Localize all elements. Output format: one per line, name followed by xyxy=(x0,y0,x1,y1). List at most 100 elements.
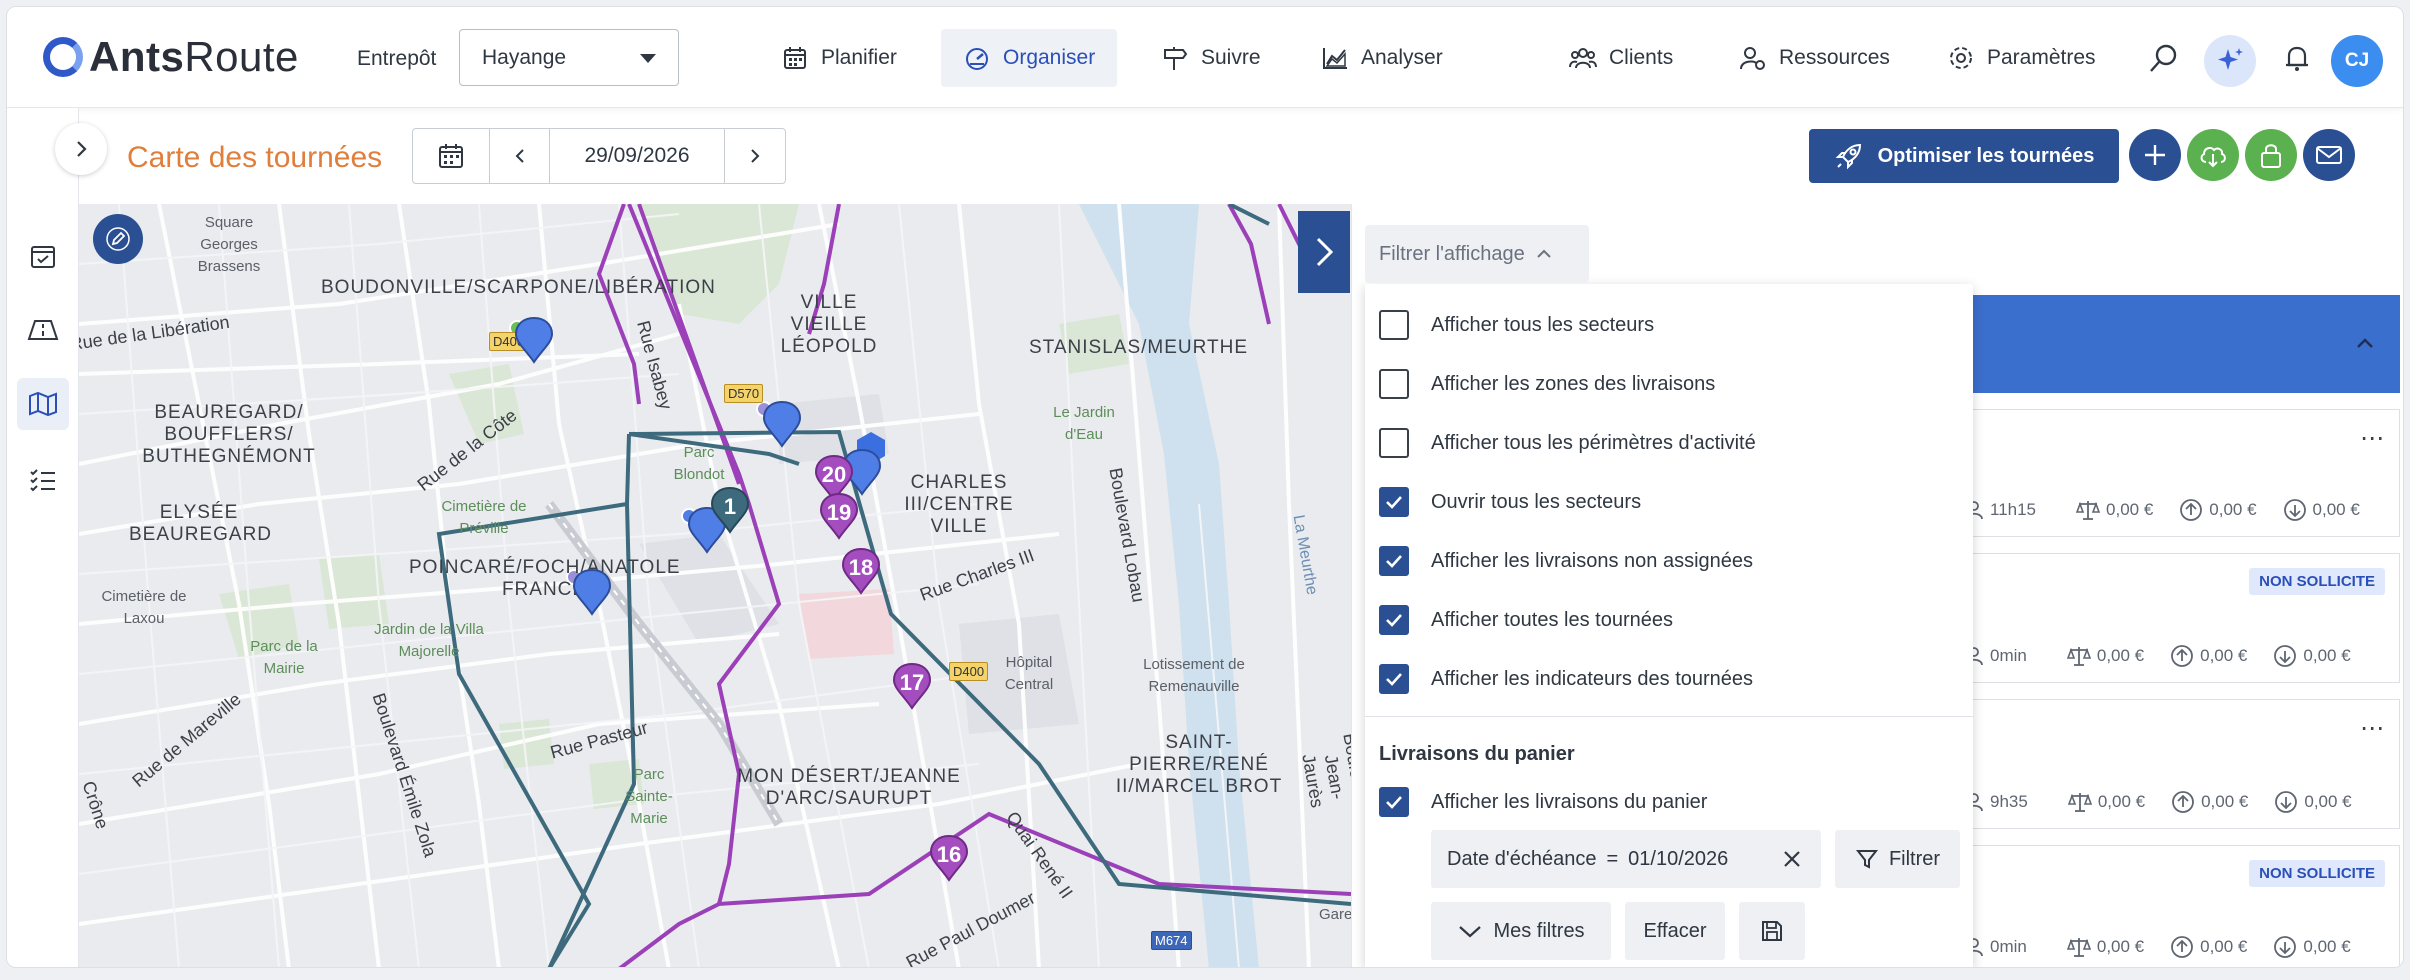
nav-label: Suivre xyxy=(1201,46,1261,69)
map-background xyxy=(79,204,1351,967)
tour-stop-pin[interactable]: 16 xyxy=(929,834,969,882)
checkbox-checked[interactable] xyxy=(1379,787,1409,817)
avatar[interactable]: CJ xyxy=(2331,35,2383,87)
apply-filter-button[interactable]: Filtrer xyxy=(1835,830,1960,888)
stop-number: 1 xyxy=(723,494,737,519)
tours-header[interactable] xyxy=(1972,295,2400,393)
pickup-stat: 0,00 € xyxy=(2170,644,2247,668)
nav-ressources[interactable]: Ressources xyxy=(1717,29,1912,87)
email-button[interactable] xyxy=(2303,129,2355,181)
date-picker-button[interactable] xyxy=(413,129,490,183)
district-label: MON DÉSERT/JEANNE D'ARC/SAURUPT xyxy=(737,766,961,809)
next-day-button[interactable] xyxy=(725,129,785,183)
tour-stop-pin[interactable]: 17 xyxy=(892,662,932,710)
unassigned-delivery-pin[interactable] xyxy=(514,316,554,364)
my-filters-button[interactable]: Mes filtres xyxy=(1431,902,1611,960)
checkbox-checked[interactable] xyxy=(1379,605,1409,635)
previous-day-button[interactable] xyxy=(490,129,550,183)
nav-parametres[interactable]: Paramètres xyxy=(1925,29,2118,87)
nav-label: Clients xyxy=(1609,46,1674,69)
chevron-left-icon xyxy=(515,149,524,163)
rail-checklist[interactable] xyxy=(17,454,69,506)
warehouse-select[interactable]: Hayange xyxy=(459,29,679,86)
tour-stop-pin[interactable]: 19 xyxy=(819,492,859,540)
checkbox[interactable] xyxy=(1379,428,1409,458)
nav-clients[interactable]: Clients xyxy=(1547,29,1695,87)
antsroute-logo[interactable]: AntsRoute xyxy=(43,31,299,83)
more-options-icon[interactable]: ⋯ xyxy=(2360,424,2385,453)
pickup-stat: 0,00 € xyxy=(2170,935,2247,959)
rail-map[interactable] xyxy=(17,378,69,430)
checklist-icon xyxy=(30,469,55,492)
checkbox-checked[interactable] xyxy=(1379,546,1409,576)
option-label: Afficher tous les périmètres d'activité xyxy=(1431,431,1756,454)
checkbox[interactable] xyxy=(1379,310,1409,340)
caret-right-icon xyxy=(1316,237,1334,267)
option-show-all-sectors[interactable]: Afficher tous les secteurs xyxy=(1379,305,1654,345)
collapse-map-button[interactable] xyxy=(1298,211,1350,293)
expand-sidebar-button[interactable] xyxy=(55,123,107,175)
option-show-activity-perimeters[interactable]: Afficher tous les périmètres d'activité xyxy=(1379,423,1756,463)
tour-stats: 0min 0,00 € 0,00 € 0,00 € xyxy=(1965,931,2399,963)
lock-button[interactable] xyxy=(2245,129,2297,181)
ai-assistant-button[interactable] xyxy=(2204,35,2256,87)
tour-map[interactable]: BOUDONVILLE/SCARPONE/LIBÉRATION VILLE VI… xyxy=(79,204,1351,967)
delivery-value: 0,00 € xyxy=(2312,500,2360,519)
draw-sector-button[interactable] xyxy=(93,214,143,264)
current-date[interactable]: 29/09/2026 xyxy=(550,129,725,183)
rail-tasks[interactable] xyxy=(17,230,69,282)
tour-card[interactable]: NON SOLLICITE 0min 0,00 € 0,00 € 0,00 € xyxy=(1965,553,2400,683)
tour-card[interactable]: ⋯ 9h35 0,00 € 0,00 € 0,00 € xyxy=(1965,699,2400,829)
weight-value: 0,00 € xyxy=(2097,792,2146,811)
arrow-down-circle-icon xyxy=(2283,499,2306,521)
district-label: VILLE VIEILLE LÉOPOLD xyxy=(780,292,878,357)
nav-label: Ressources xyxy=(1779,46,1890,69)
bell-icon[interactable] xyxy=(2280,41,2314,75)
logo-mark-icon xyxy=(43,37,83,77)
checkbox-checked[interactable] xyxy=(1379,664,1409,694)
nav-analyser[interactable]: Analyser xyxy=(1299,29,1465,87)
nav-suivre[interactable]: Suivre xyxy=(1139,29,1283,87)
nav-planifier[interactable]: Planifier xyxy=(759,29,919,87)
option-show-unassigned[interactable]: Afficher les livraisons non assignées xyxy=(1379,541,1753,581)
cloud-import-button[interactable] xyxy=(2187,129,2239,181)
tour-card[interactable]: NON SOLLICITE 0min 0,00 € 0,00 € 0,00 € xyxy=(1965,845,2400,967)
arrow-down-circle-icon xyxy=(2275,791,2298,813)
option-label: Afficher les livraisons non assignées xyxy=(1431,549,1754,572)
funnel-icon xyxy=(1855,850,1878,869)
chevron-right-icon xyxy=(77,141,87,157)
save-filter-button[interactable] xyxy=(1739,902,1805,960)
chip-value: 01/10/2026 xyxy=(1628,847,1729,870)
search-icon[interactable] xyxy=(2147,41,2181,75)
optimize-tours-button[interactable]: Optimiser les tournées xyxy=(1809,129,2119,183)
signpost-icon xyxy=(1164,47,1188,70)
option-open-all-sectors[interactable]: Ouvrir tous les secteurs xyxy=(1379,482,1641,522)
option-show-delivery-zones[interactable]: Afficher les zones des livraisons xyxy=(1379,364,1715,404)
pen-icon xyxy=(106,227,130,251)
tour-card[interactable]: ⋯ 11h15 0,00 € 0,00 € 0,00 € xyxy=(1965,409,2400,537)
close-icon[interactable] xyxy=(1781,848,1803,870)
more-options-icon[interactable]: ⋯ xyxy=(2360,714,2385,743)
nav-organiser[interactable]: Organiser xyxy=(941,29,1118,87)
unassigned-delivery-pin[interactable] xyxy=(572,568,612,616)
unassigned-delivery-pin[interactable] xyxy=(762,400,802,448)
checkbox[interactable] xyxy=(1379,369,1409,399)
option-show-basket-deliveries[interactable]: Afficher les livraisons du panier xyxy=(1379,782,1707,822)
top-navbar: AntsRoute Entrepôt Hayange Planifier Org… xyxy=(7,7,2403,108)
date-navigator: 29/09/2026 xyxy=(412,128,786,184)
tour-stop-pin[interactable]: 18 xyxy=(841,547,881,595)
due-date-filter-chip[interactable]: Date d'échéance = 01/10/2026 xyxy=(1431,830,1821,888)
rail-roads[interactable] xyxy=(17,304,69,356)
pickup-stat: 0,00 € xyxy=(2171,790,2248,814)
place-label: Gare xyxy=(1319,906,1351,923)
tour-stop-pin[interactable]: 1 xyxy=(710,486,750,534)
option-show-all-tours[interactable]: Afficher toutes les tournées xyxy=(1379,600,1673,640)
clear-filters-button[interactable]: Effacer xyxy=(1625,902,1725,960)
road-badge: M674 xyxy=(1151,931,1192,950)
option-show-tour-indicators[interactable]: Afficher les indicateurs des tournées xyxy=(1379,659,1753,699)
filter-display-toggle[interactable]: Filtrer l'affichage xyxy=(1365,225,1589,283)
checkbox-checked[interactable] xyxy=(1379,487,1409,517)
scale-icon xyxy=(2066,938,2091,957)
app-window: AntsRoute Entrepôt Hayange Planifier Org… xyxy=(6,6,2404,968)
add-button[interactable] xyxy=(2129,129,2181,181)
